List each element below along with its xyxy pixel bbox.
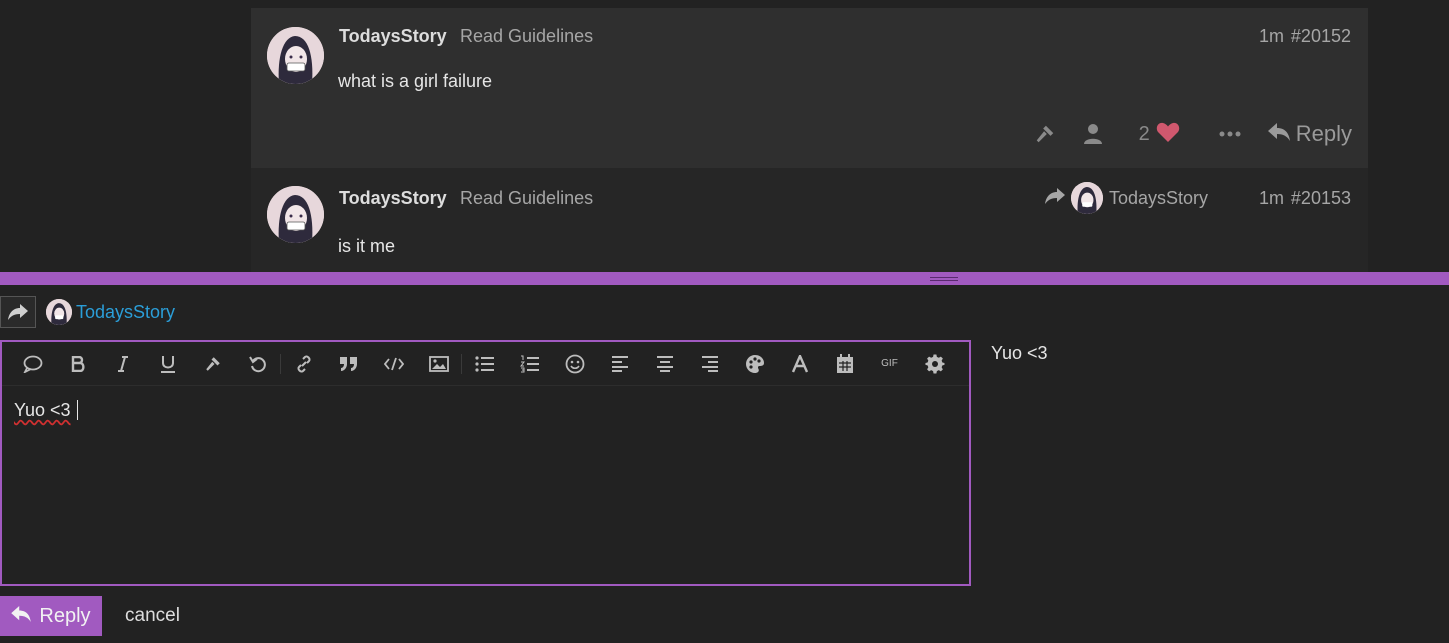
settings-icon[interactable] [912, 347, 957, 381]
composer-action-button[interactable] [0, 296, 36, 328]
italic-icon[interactable] [100, 347, 145, 381]
post-number[interactable]: #20152 [1291, 26, 1351, 47]
avatar[interactable] [267, 27, 324, 84]
image-icon[interactable] [416, 347, 461, 381]
numbered-list-icon[interactable] [507, 347, 552, 381]
reply-to-username: TodaysStory [1108, 187, 1208, 208]
avatar[interactable] [267, 186, 324, 243]
post-number[interactable]: #20153 [1291, 188, 1351, 209]
post: TodaysStory Read Guidelines TodaysStory … [251, 168, 1368, 272]
underline-icon[interactable] [145, 347, 190, 381]
text-caret [76, 400, 78, 420]
post-content: what is a girl failure [338, 71, 493, 91]
post-username[interactable]: TodaysStory [339, 188, 447, 209]
reply-to-avatar [1070, 182, 1103, 214]
admin-hammer-icon[interactable] [1027, 123, 1063, 145]
link-icon[interactable] [281, 347, 326, 381]
admin-hammer-icon[interactable] [190, 347, 235, 381]
post-age[interactable]: 1m [1259, 188, 1284, 209]
align-left-icon[interactable] [597, 347, 642, 381]
quote-bubble-icon[interactable] [10, 347, 55, 381]
cancel-link[interactable]: cancel [125, 605, 180, 627]
code-icon[interactable] [371, 347, 416, 381]
heart-icon [1156, 122, 1180, 147]
submit-label: Reply [39, 604, 91, 627]
gif-icon[interactable]: GIF [867, 347, 912, 381]
reply-to-indicator[interactable]: TodaysStory [1044, 182, 1208, 214]
more-options-icon[interactable] [1210, 131, 1250, 137]
editor-toolbar: GIF [2, 342, 969, 386]
align-right-icon[interactable] [687, 347, 732, 381]
reply-target[interactable]: TodaysStory [46, 299, 175, 325]
reply-arrow-icon [1267, 121, 1290, 147]
grip-line [930, 277, 958, 278]
composer-resize-grip[interactable] [0, 272, 1449, 285]
post-reply-button[interactable]: Reply [1267, 121, 1352, 147]
reply-target-avatar [46, 299, 72, 325]
user-badge[interactable]: Read Guidelines [460, 26, 593, 47]
date-icon[interactable] [822, 347, 867, 381]
reply-share-icon [1044, 187, 1065, 209]
align-center-icon[interactable] [642, 347, 687, 381]
bullet-list-icon[interactable] [462, 347, 507, 381]
emoji-icon[interactable] [552, 347, 597, 381]
post: TodaysStory Read Guidelines 1m #20152 wh… [251, 8, 1368, 168]
user-icon[interactable] [1067, 123, 1119, 145]
composer-editor[interactable]: GIF Yuo <3 [0, 340, 971, 586]
post-age[interactable]: 1m [1259, 26, 1284, 47]
reply-composer: TodaysStory GIF Yuo <3 Yuo <3 Reply canc… [0, 285, 1449, 643]
undo-icon[interactable] [235, 347, 280, 381]
color-palette-icon[interactable] [732, 347, 777, 381]
post-username[interactable]: TodaysStory [339, 26, 447, 47]
reply-arrow-icon [11, 605, 32, 628]
submit-reply-button[interactable]: Reply [0, 596, 102, 636]
composer-preview: Yuo <3 [991, 343, 1048, 363]
blockquote-icon[interactable] [326, 347, 371, 381]
font-icon[interactable] [777, 347, 822, 381]
post-content: is it me [338, 236, 396, 256]
post-actions: 2 Reply [1027, 118, 1352, 150]
editor-text-value: Yuo <3 [14, 400, 71, 420]
bold-icon[interactable] [55, 347, 100, 381]
grip-line [930, 280, 958, 281]
reply-target-username: TodaysStory [76, 301, 176, 322]
like-button[interactable]: 2 [1139, 122, 1180, 147]
like-count: 2 [1138, 122, 1150, 145]
editor-content[interactable]: Yuo <3 [14, 400, 78, 421]
reply-label: Reply [1295, 121, 1352, 146]
user-badge[interactable]: Read Guidelines [460, 188, 593, 209]
